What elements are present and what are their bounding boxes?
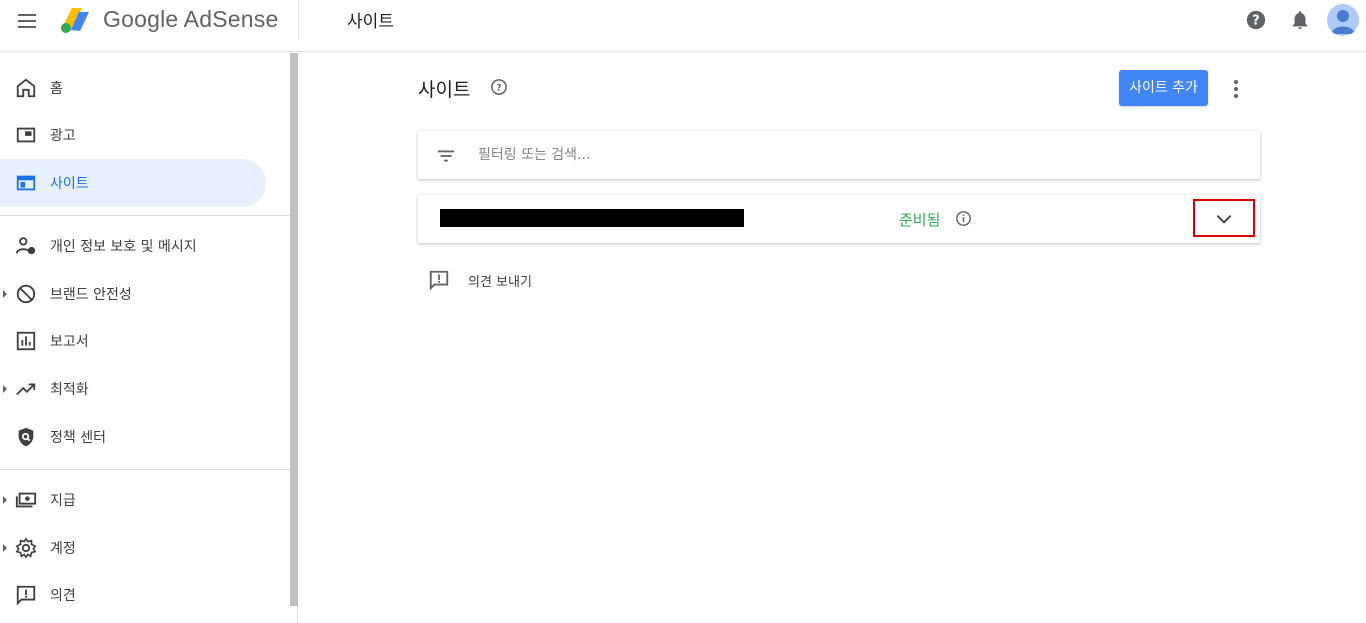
send-feedback-label: 의견 보내기 <box>468 275 532 290</box>
app-name: Google AdSense <box>103 6 279 32</box>
sidebar-item-label: 보고서 <box>50 334 89 350</box>
send-feedback-link[interactable]: 의견 보내기 <box>428 267 568 293</box>
sidebar-scrollbar[interactable] <box>290 53 298 606</box>
sidebar-item-optimization[interactable]: 최적화 <box>0 365 266 413</box>
sidebar-item-label: 정책 센터 <box>50 430 106 446</box>
sidebar-item-account[interactable]: 계정 <box>0 524 266 572</box>
ads-icon <box>16 127 36 143</box>
notifications-icon[interactable] <box>1289 9 1311 31</box>
sidebar-item-feedback[interactable]: 의견 <box>0 571 266 619</box>
expand-site-button[interactable] <box>1193 199 1255 237</box>
help-outline-icon[interactable]: ? <box>490 78 508 96</box>
site-status: 준비됨 <box>899 211 941 229</box>
header-page-title: 사이트 <box>347 12 394 32</box>
trending-up-icon <box>16 383 36 396</box>
sidebar-item-label: 사이트 <box>50 176 89 192</box>
sidebar-item-label: 개인 정보 보호 및 메시지 <box>50 239 197 255</box>
sidebar-item-policy-center[interactable]: 정책 센터 <box>0 413 266 461</box>
sidebar-item-ads[interactable]: 광고 <box>0 111 266 159</box>
sidebar-item-label: 브랜드 안전성 <box>50 287 132 303</box>
site-row[interactable]: 준비됨 <box>418 195 1260 243</box>
sidebar-item-payments[interactable]: 지급 <box>0 476 266 524</box>
home-icon <box>16 78 36 98</box>
sidebar: 홈 광고 사이트 개인 정보 보호 및 메시지 브랜드 안전성 보고서 최적화 … <box>0 53 298 623</box>
sidebar-item-reports[interactable]: 보고서 <box>0 317 266 365</box>
chevron-down-icon <box>1216 215 1232 224</box>
filter-icon[interactable] <box>435 145 457 167</box>
sites-icon <box>16 175 36 191</box>
svg-text:?: ? <box>1252 14 1259 29</box>
privacy-messaging-icon <box>15 237 36 255</box>
feedback-icon <box>429 270 449 291</box>
info-icon[interactable] <box>955 210 972 227</box>
expand-caret-icon <box>3 496 7 504</box>
block-icon <box>16 284 36 304</box>
sidebar-item-sites[interactable]: 사이트 <box>0 159 266 207</box>
page-title: 사이트 <box>418 79 471 101</box>
sidebar-item-label: 홈 <box>50 81 63 97</box>
top-app-bar: Google AdSense 사이트 ? <box>0 0 1366 52</box>
more-vert-icon[interactable] <box>1224 77 1248 101</box>
header-divider <box>298 0 299 40</box>
sidebar-divider <box>0 215 290 216</box>
expand-caret-icon <box>3 385 7 393</box>
add-site-button[interactable]: 사이트 추가 <box>1119 70 1208 106</box>
sidebar-item-brand-safety[interactable]: 브랜드 안전성 <box>0 270 266 318</box>
menu-icon[interactable] <box>12 8 42 34</box>
sidebar-item-label: 의견 <box>50 588 76 604</box>
reports-icon <box>16 331 36 351</box>
sidebar-item-label: 최적화 <box>50 382 89 398</box>
filter-search-input[interactable] <box>478 141 1238 169</box>
sidebar-divider <box>0 469 290 470</box>
expand-caret-icon <box>3 290 7 298</box>
policy-shield-icon <box>18 427 34 447</box>
sidebar-item-label: 지급 <box>50 493 76 509</box>
expand-caret-icon <box>3 544 7 552</box>
sidebar-item-label: 계정 <box>50 541 76 557</box>
sidebar-item-home[interactable]: 홈 <box>0 64 266 112</box>
site-name-redacted <box>440 209 744 227</box>
filter-bar <box>418 131 1260 179</box>
gear-icon <box>15 537 37 559</box>
feedback-icon <box>16 585 36 606</box>
account-avatar[interactable] <box>1327 4 1359 36</box>
svg-text:?: ? <box>496 83 501 93</box>
sidebar-item-privacy-messaging[interactable]: 개인 정보 보호 및 메시지 <box>0 222 266 270</box>
payments-icon <box>15 492 37 508</box>
sidebar-item-label: 광고 <box>50 128 76 144</box>
help-icon[interactable]: ? <box>1245 9 1267 31</box>
main-content: 사이트 ? 사이트 추가 준비됨 의견 보내기 <box>299 53 1366 623</box>
adsense-logo-icon <box>61 8 89 33</box>
